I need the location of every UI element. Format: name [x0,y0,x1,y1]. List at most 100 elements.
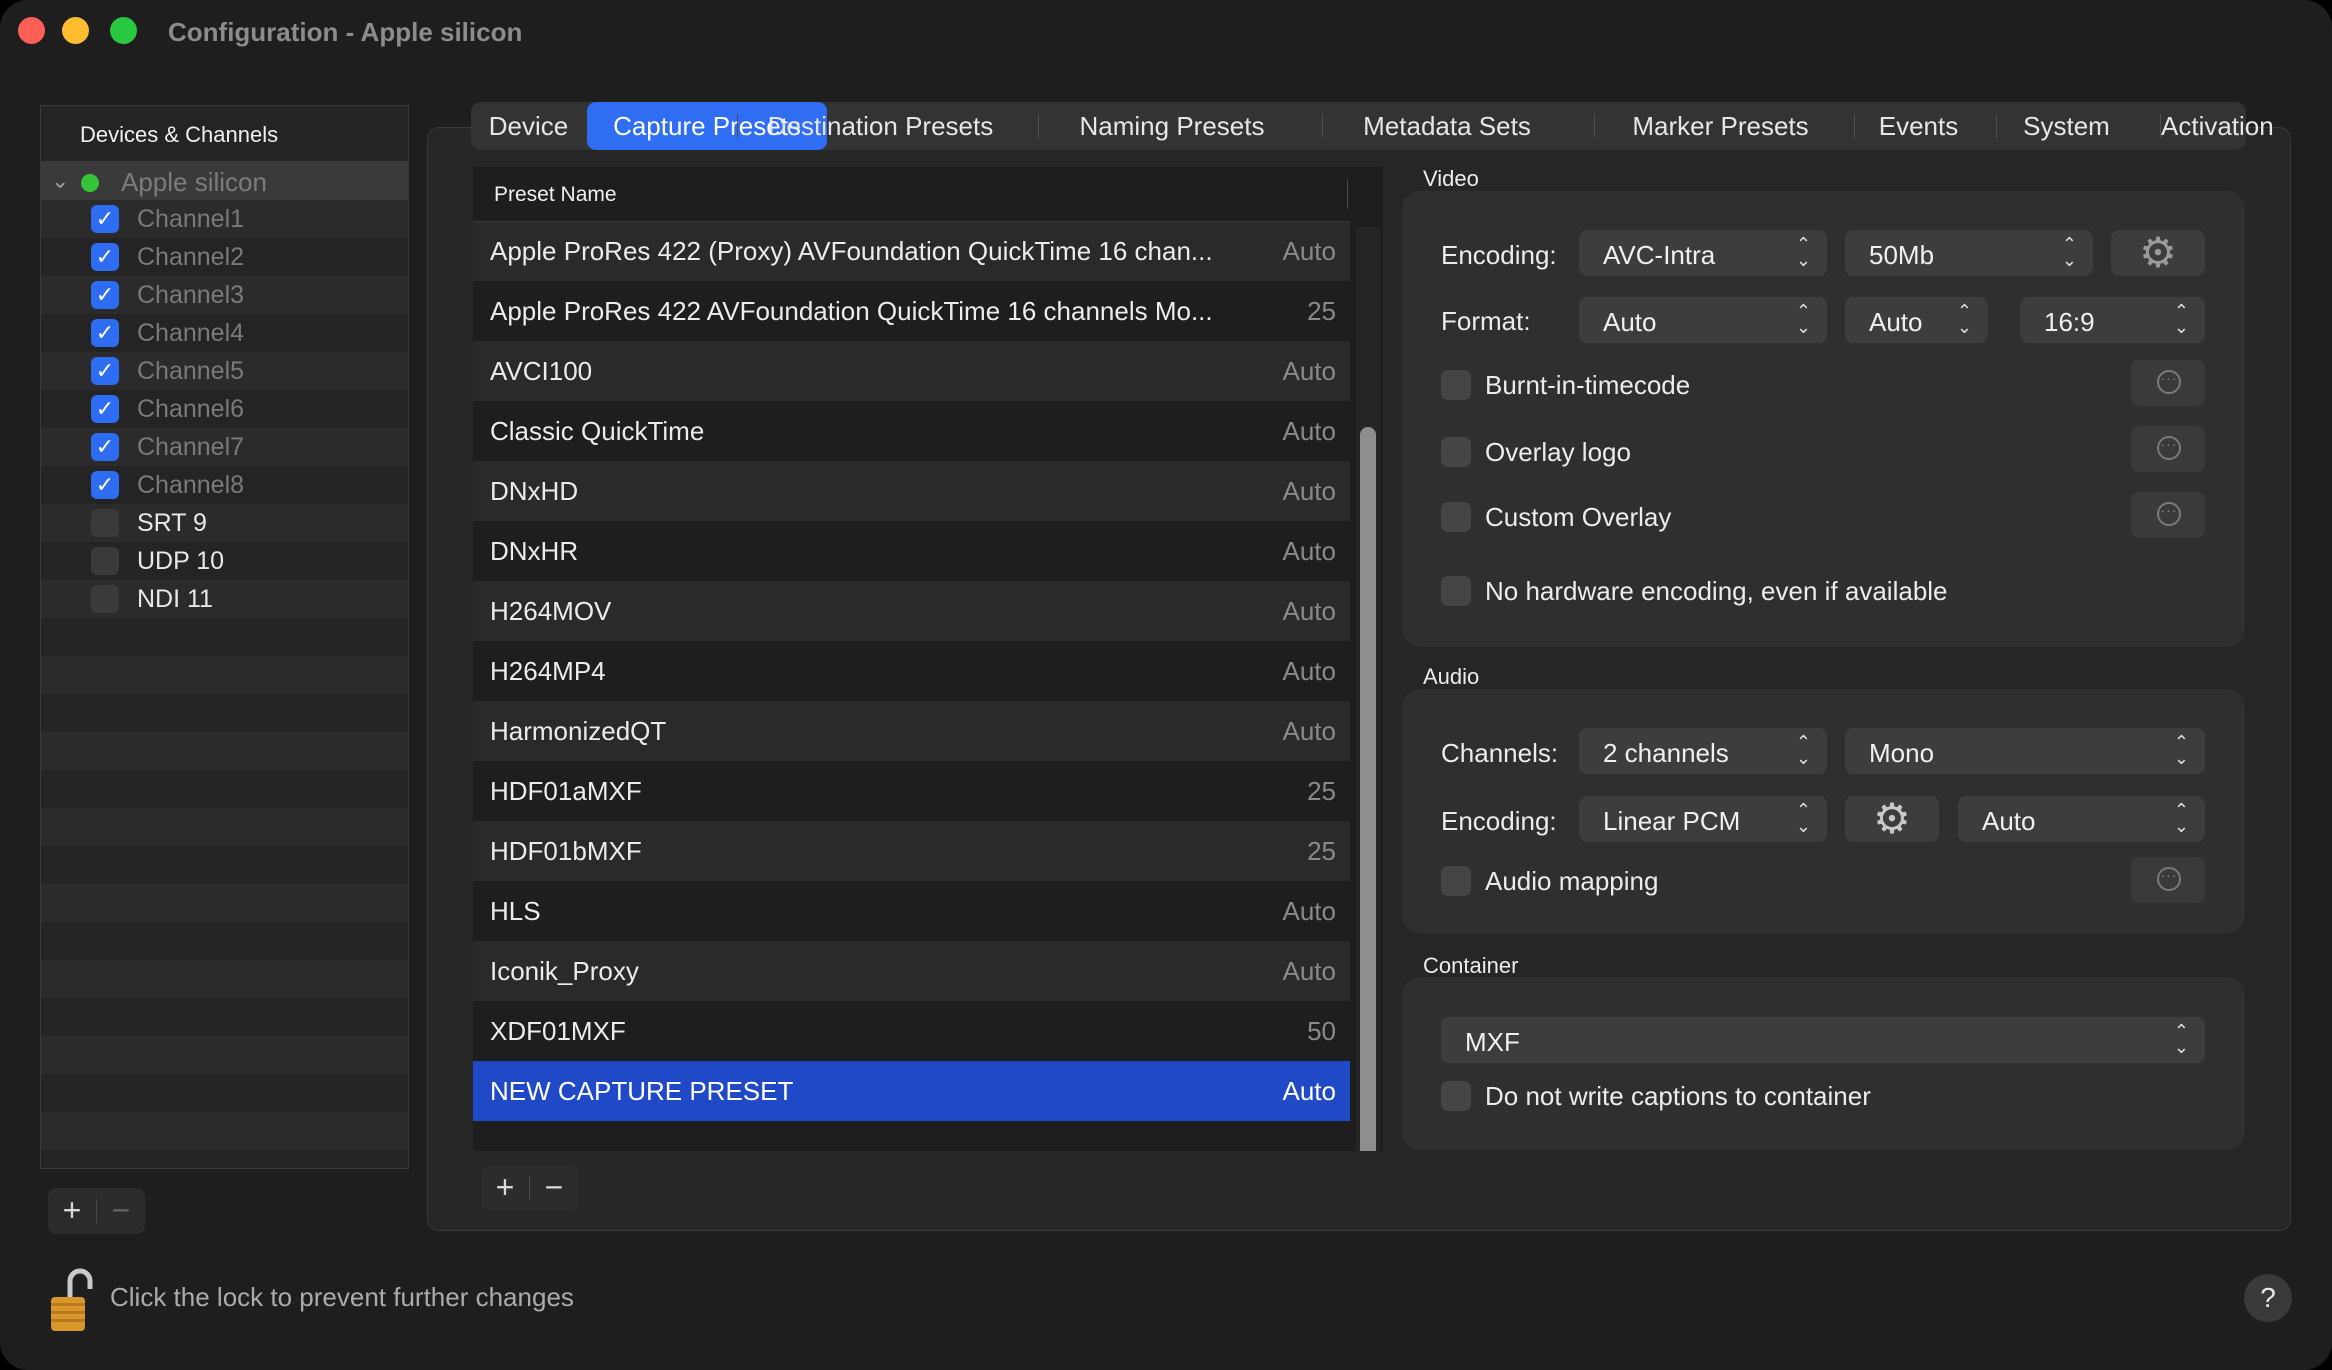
unlocked-padlock-icon[interactable] [48,1265,98,1335]
help-button[interactable]: ? [2244,1274,2292,1322]
custom-overlay-checkbox[interactable] [1441,502,1471,532]
sidebar-header: Devices & Channels [41,106,408,162]
channel-row[interactable]: ✓ Channel8 [41,466,408,504]
audio-mapping-options-button[interactable]: ··· [2131,857,2205,903]
preset-name: H264MP4 [490,656,606,686]
channel-label: Channel5 [137,357,245,385]
burnt-in-timecode-label: Burnt-in-timecode [1485,370,1691,400]
channel-row[interactable]: ✓ Channel5 [41,352,408,390]
tab-activation[interactable]: Activation [2161,102,2274,150]
video-encoding-settings-button[interactable]: ⚙ [2111,230,2205,276]
video-aspect-popup[interactable]: 16:9 ⌃ ⌄ [2020,297,2205,343]
preset-row[interactable]: HLS Auto [473,881,1350,941]
channel-row[interactable]: NDI 11 [41,580,408,618]
burnt-in-timecode-options-button[interactable]: ··· [2131,360,2205,406]
container-format-popup[interactable]: MXF ⌃ ⌄ [1441,1017,2205,1063]
video-bitrate-popup[interactable]: 50Mb ⌃ ⌄ [1845,230,2093,276]
preset-row[interactable]: DNxHD Auto [473,461,1350,521]
audio-channels-popup[interactable]: 2 channels ⌃ ⌄ [1579,728,1827,774]
column-divider [1347,179,1348,209]
chevron-down-icon[interactable]: ⌄ [51,168,69,194]
container-section-title: Container [1423,953,1519,978]
channel-row[interactable]: ✓ Channel4 [41,314,408,352]
channel-row[interactable]: ✓ Channel7 [41,428,408,466]
preset-row[interactable]: H264MP4 Auto [473,641,1350,701]
video-frame-rate-popup[interactable]: Auto ⌃ ⌄ [1845,297,1988,343]
overlay-logo-options-button[interactable]: ··· [2131,426,2205,472]
channel-row[interactable]: ✓ Channel1 [41,200,408,238]
updown-arrows-icon: ⌃ ⌄ [2061,234,2077,270]
custom-overlay-options-button[interactable]: ··· [2131,492,2205,538]
preset-row[interactable]: AVCI100 Auto [473,341,1350,401]
checkbox-checked[interactable]: ✓ [91,243,119,271]
preset-row[interactable]: HDF01aMXF 25 [473,761,1350,821]
preset-frame-rate: Auto [1282,236,1337,266]
column-header-preset-name[interactable]: Preset Name [494,183,617,207]
add-device-button[interactable]: + [48,1188,96,1234]
channel-row[interactable]: ✓ Channel6 [41,390,408,428]
channel-label: Channel1 [137,205,245,233]
tab-metadata-sets[interactable]: Metadata Sets [1323,102,1571,150]
checkbox-checked[interactable]: ✓ [91,281,119,309]
device-row[interactable]: ⌄ Apple silicon [41,162,408,200]
checkbox-checked[interactable]: ✓ [91,205,119,233]
channel-row[interactable]: SRT 9 [41,504,408,542]
tab-destination-presets[interactable]: Destination Presets [738,102,1023,150]
preset-row[interactable]: Apple ProRes 422 AVFoundation QuickTime … [473,281,1350,341]
tab-naming-presets[interactable]: Naming Presets [1039,102,1305,150]
empty-row [41,618,408,656]
preset-row[interactable]: DNxHR Auto [473,521,1350,581]
burnt-in-timecode-checkbox[interactable] [1441,370,1471,400]
audio-rate-value: Auto [1982,806,2036,836]
preset-frame-rate: Auto [1282,656,1337,686]
tab-device[interactable]: Device [471,102,586,150]
preset-row[interactable]: NEW CAPTURE PRESET Auto [473,1061,1350,1121]
checkbox-unchecked[interactable] [91,547,119,575]
tab-marker-presets[interactable]: Marker Presets [1595,102,1846,150]
preset-name: Classic QuickTime [490,416,705,446]
checkbox-checked[interactable]: ✓ [91,433,119,461]
checkbox-checked[interactable]: ✓ [91,395,119,423]
checkbox-checked[interactable]: ✓ [91,357,119,385]
preset-row[interactable]: Apple ProRes 422 (Proxy) AVFoundation Qu… [473,221,1350,281]
remove-device-button[interactable]: − [97,1188,145,1234]
no-captions-checkbox[interactable] [1441,1081,1471,1111]
audio-rate-popup[interactable]: Auto ⌃ ⌄ [1958,796,2205,842]
checkbox-checked[interactable]: ✓ [91,471,119,499]
video-format-popup[interactable]: Auto ⌃ ⌄ [1579,297,1827,343]
empty-row [41,1112,408,1150]
preset-row[interactable]: HDF01bMXF 25 [473,821,1350,881]
preset-row[interactable]: H264MOV Auto [473,581,1350,641]
preset-row[interactable]: XDF01MXF 50 [473,1001,1350,1061]
close-window-button[interactable] [18,17,45,44]
tab-system[interactable]: System [1997,102,2136,150]
audio-encoding-label: Encoding: [1441,806,1557,836]
preset-name: H264MOV [490,596,612,626]
audio-encoding-value: Linear PCM [1603,806,1741,836]
overlay-logo-label: Overlay logo [1485,437,1631,467]
audio-mode-popup[interactable]: Mono ⌃ ⌄ [1845,728,2205,774]
add-preset-button[interactable]: + [481,1165,529,1211]
checkbox-checked[interactable]: ✓ [91,319,119,347]
audio-encoding-popup[interactable]: Linear PCM ⌃ ⌄ [1579,796,1827,842]
no-hardware-encoding-checkbox[interactable] [1441,576,1471,606]
preset-row[interactable]: Iconik_Proxy Auto [473,941,1350,1001]
audio-encoding-settings-button[interactable]: ⚙ [1845,796,1939,842]
preset-row[interactable]: HarmonizedQT Auto [473,701,1350,761]
checkbox-unchecked[interactable] [91,585,119,613]
preset-row[interactable]: Classic QuickTime Auto [473,401,1350,461]
tab-events[interactable]: Events [1855,102,1982,150]
audio-mapping-checkbox[interactable] [1441,866,1471,896]
remove-preset-button[interactable]: − [530,1165,578,1211]
checkbox-unchecked[interactable] [91,509,119,537]
empty-row [41,656,408,694]
channel-row[interactable]: ✓ Channel3 [41,276,408,314]
video-encoding-popup[interactable]: AVC-Intra ⌃ ⌄ [1579,230,1827,276]
overlay-logo-checkbox[interactable] [1441,437,1471,467]
channel-row[interactable]: ✓ Channel2 [41,238,408,276]
zoom-window-button[interactable] [110,17,137,44]
channel-row[interactable]: UDP 10 [41,542,408,580]
vertical-scrollbar[interactable] [1356,227,1380,1151]
minimize-window-button[interactable] [62,17,89,44]
scrollbar-thumb[interactable] [1360,427,1376,1151]
